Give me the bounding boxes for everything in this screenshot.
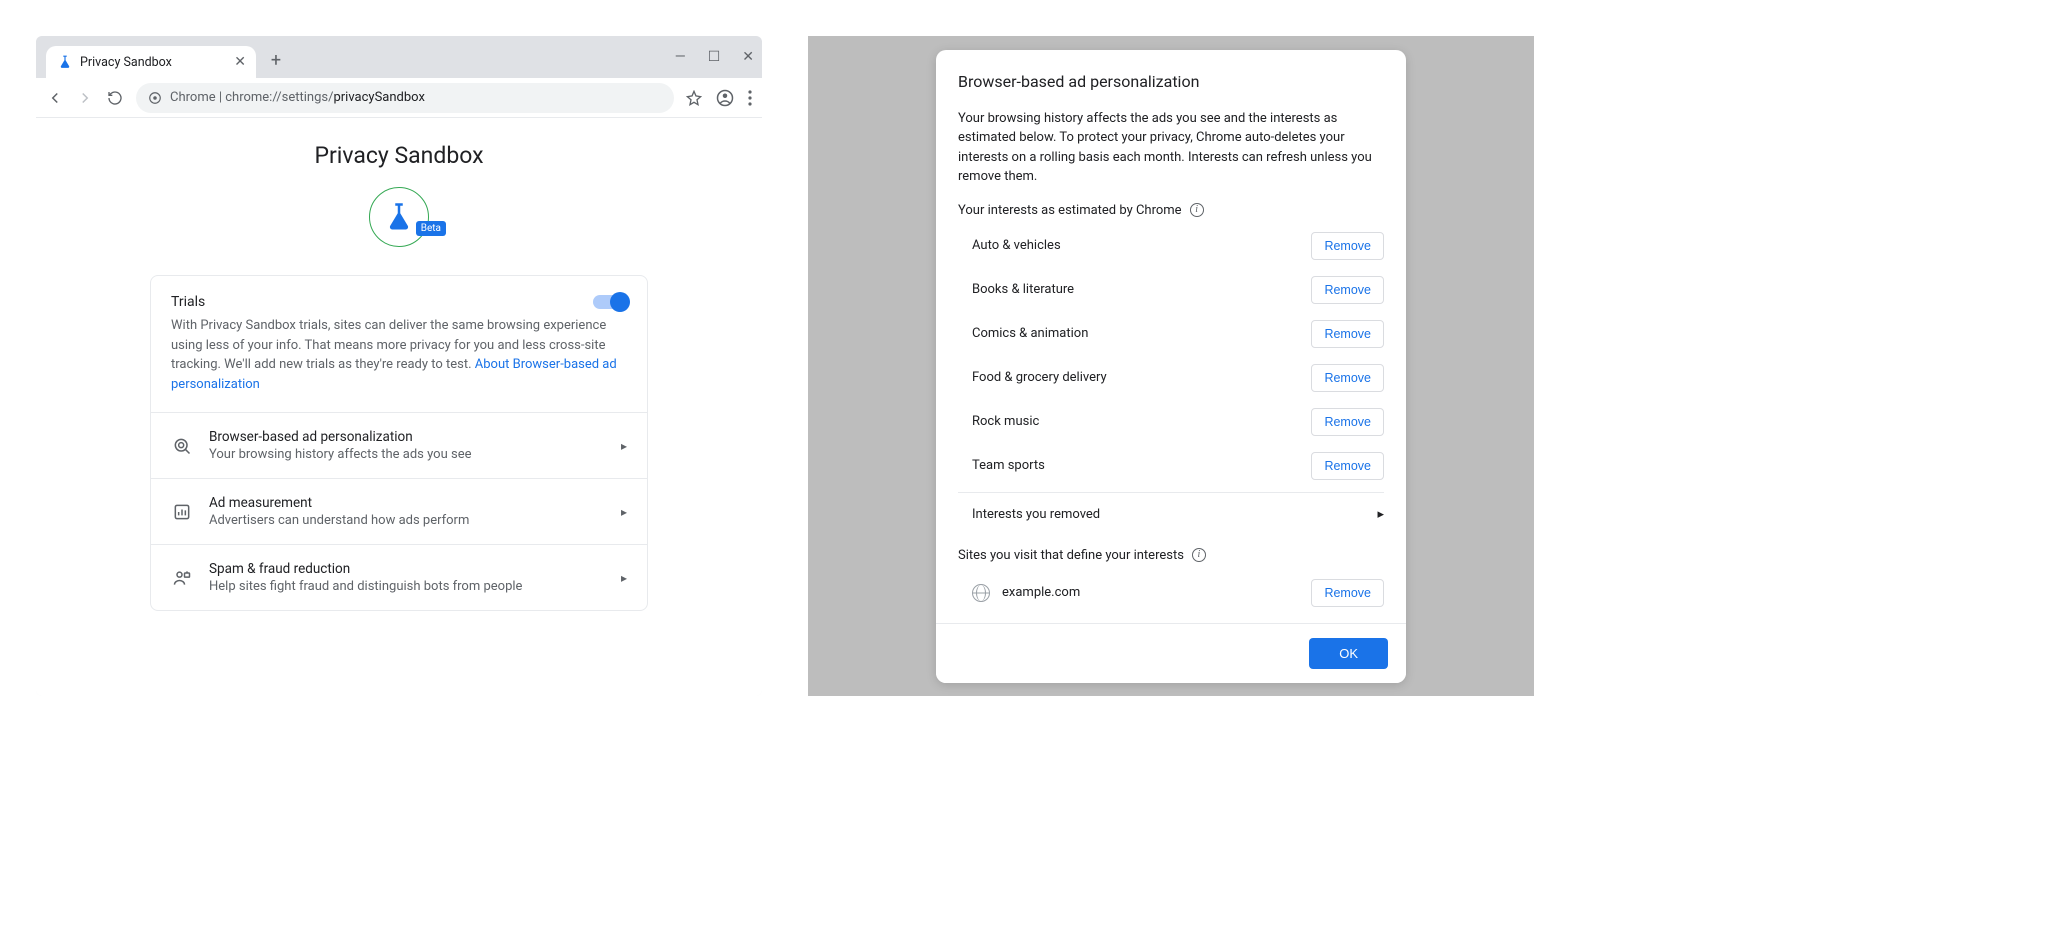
reload-icon[interactable] — [106, 89, 124, 107]
interest-list: Auto & vehicles Remove Books & literatur… — [958, 224, 1384, 536]
page-title: Privacy Sandbox — [314, 142, 483, 169]
star-icon[interactable] — [686, 90, 702, 106]
dialog-description: Your browsing history affects the ads yo… — [958, 109, 1384, 187]
info-icon[interactable]: i — [1192, 548, 1206, 562]
tab-title: Privacy Sandbox — [80, 55, 172, 70]
row-subtitle: Help sites fight fraud and distinguish b… — [209, 579, 605, 594]
close-tab-icon[interactable]: ✕ — [234, 54, 246, 70]
profile-icon[interactable] — [716, 89, 734, 107]
chevron-right-icon: ▸ — [621, 505, 627, 519]
omnibox-text: Chrome | chrome://settings/privacySandbo… — [170, 90, 425, 105]
row-title: Spam & fraud reduction — [209, 561, 605, 577]
globe-icon — [972, 584, 990, 602]
maximize-icon[interactable]: ☐ — [708, 49, 721, 65]
chevron-right-icon: ▸ — [621, 439, 627, 453]
target-icon — [171, 435, 193, 457]
remove-button[interactable]: Remove — [1311, 232, 1384, 260]
bot-person-icon — [171, 567, 193, 589]
interest-row: Auto & vehicles Remove — [958, 224, 1384, 268]
trials-toggle[interactable] — [593, 295, 627, 309]
omnibox-path: privacySandbox — [333, 90, 424, 105]
remove-button[interactable]: Remove — [1311, 452, 1384, 480]
toolbar-right — [686, 89, 752, 107]
sites-label-text: Sites you visit that define your interes… — [958, 548, 1184, 563]
minimize-icon[interactable]: — — [675, 49, 686, 65]
row-ad-measurement[interactable]: Ad measurement Advertisers can understan… — [151, 478, 647, 544]
sites-section-label: Sites you visit that define your interes… — [958, 548, 1384, 563]
row-subtitle: Your browsing history affects the ads yo… — [209, 447, 605, 462]
row-title: Ad measurement — [209, 495, 605, 511]
remove-button[interactable]: Remove — [1311, 364, 1384, 392]
interests-section-label: Your interests as estimated by Chrome i — [958, 203, 1384, 218]
chevron-right-icon: ▸ — [621, 571, 627, 585]
remove-button[interactable]: Remove — [1311, 276, 1384, 304]
ok-button[interactable]: OK — [1309, 638, 1388, 669]
settings-card: Trials With Privacy Sandbox trials, site… — [150, 275, 648, 611]
new-tab-button[interactable]: + — [262, 46, 290, 74]
flask-icon — [58, 55, 72, 69]
browser-toolbar: Chrome | chrome://settings/privacySandbo… — [36, 78, 762, 118]
remove-button[interactable]: Remove — [1311, 408, 1384, 436]
trials-title: Trials — [171, 294, 205, 310]
beta-badge: Beta — [416, 221, 446, 236]
dialog-title: Browser-based ad personalization — [958, 72, 1384, 91]
forward-icon[interactable] — [76, 89, 94, 107]
interest-row: Food & grocery delivery Remove — [958, 356, 1384, 400]
info-icon[interactable]: i — [1190, 203, 1204, 217]
dialog-backdrop: Browser-based ad personalization Your br… — [808, 36, 1534, 696]
row-title: Browser-based ad personalization — [209, 429, 605, 445]
omnibox[interactable]: Chrome | chrome://settings/privacySandbo… — [136, 83, 674, 113]
chrome-window: Privacy Sandbox ✕ + — ☐ ✕ Chrome | chrom… — [36, 36, 762, 696]
removed-interests-label: Interests you removed — [972, 507, 1100, 522]
trials-section: Trials With Privacy Sandbox trials, site… — [151, 276, 647, 412]
interest-row: Books & literature Remove — [958, 268, 1384, 312]
tabstrip: Privacy Sandbox ✕ + — ☐ ✕ — [36, 36, 762, 78]
interest-label: Food & grocery delivery — [972, 370, 1107, 385]
site-domain: example.com — [1002, 585, 1299, 600]
dialog-footer: OK — [936, 623, 1406, 683]
interest-row: Comics & animation Remove — [958, 312, 1384, 356]
interest-row: Team sports Remove — [958, 444, 1384, 488]
interest-label: Books & literature — [972, 282, 1074, 297]
hero-badge: Beta — [369, 187, 429, 247]
row-ad-personalization[interactable]: Browser-based ad personalization Your br… — [151, 412, 647, 478]
interest-label: Comics & animation — [972, 326, 1088, 341]
row-subtitle: Advertisers can understand how ads perfo… — [209, 513, 605, 528]
close-window-icon[interactable]: ✕ — [742, 49, 754, 65]
interest-label: Team sports — [972, 458, 1045, 473]
interest-label: Rock music — [972, 414, 1039, 429]
omnibox-prefix: Chrome | chrome://settings/ — [170, 90, 333, 105]
remove-button[interactable]: Remove — [1311, 320, 1384, 348]
row-spam-fraud[interactable]: Spam & fraud reduction Help sites fight … — [151, 544, 647, 610]
interest-row: Rock music Remove — [958, 400, 1384, 444]
chevron-right-icon: ▸ — [1377, 507, 1384, 522]
settings-content: Privacy Sandbox Beta Trials With Privacy… — [36, 118, 762, 696]
menu-icon[interactable] — [748, 90, 752, 106]
removed-interests-row[interactable]: Interests you removed ▸ — [958, 492, 1384, 536]
trials-description: With Privacy Sandbox trials, sites can d… — [171, 316, 627, 394]
ad-personalization-dialog: Browser-based ad personalization Your br… — [936, 50, 1406, 683]
window-controls: — ☐ ✕ — [675, 36, 754, 78]
interest-label: Auto & vehicles — [972, 238, 1061, 253]
interests-label-text: Your interests as estimated by Chrome — [958, 203, 1182, 218]
browser-tab[interactable]: Privacy Sandbox ✕ — [46, 46, 256, 78]
site-settings-icon — [148, 91, 162, 105]
remove-button[interactable]: Remove — [1311, 579, 1384, 607]
back-icon[interactable] — [46, 89, 64, 107]
site-row: example.com Remove — [958, 569, 1384, 611]
bar-chart-icon — [171, 501, 193, 523]
flask-icon — [384, 202, 414, 232]
